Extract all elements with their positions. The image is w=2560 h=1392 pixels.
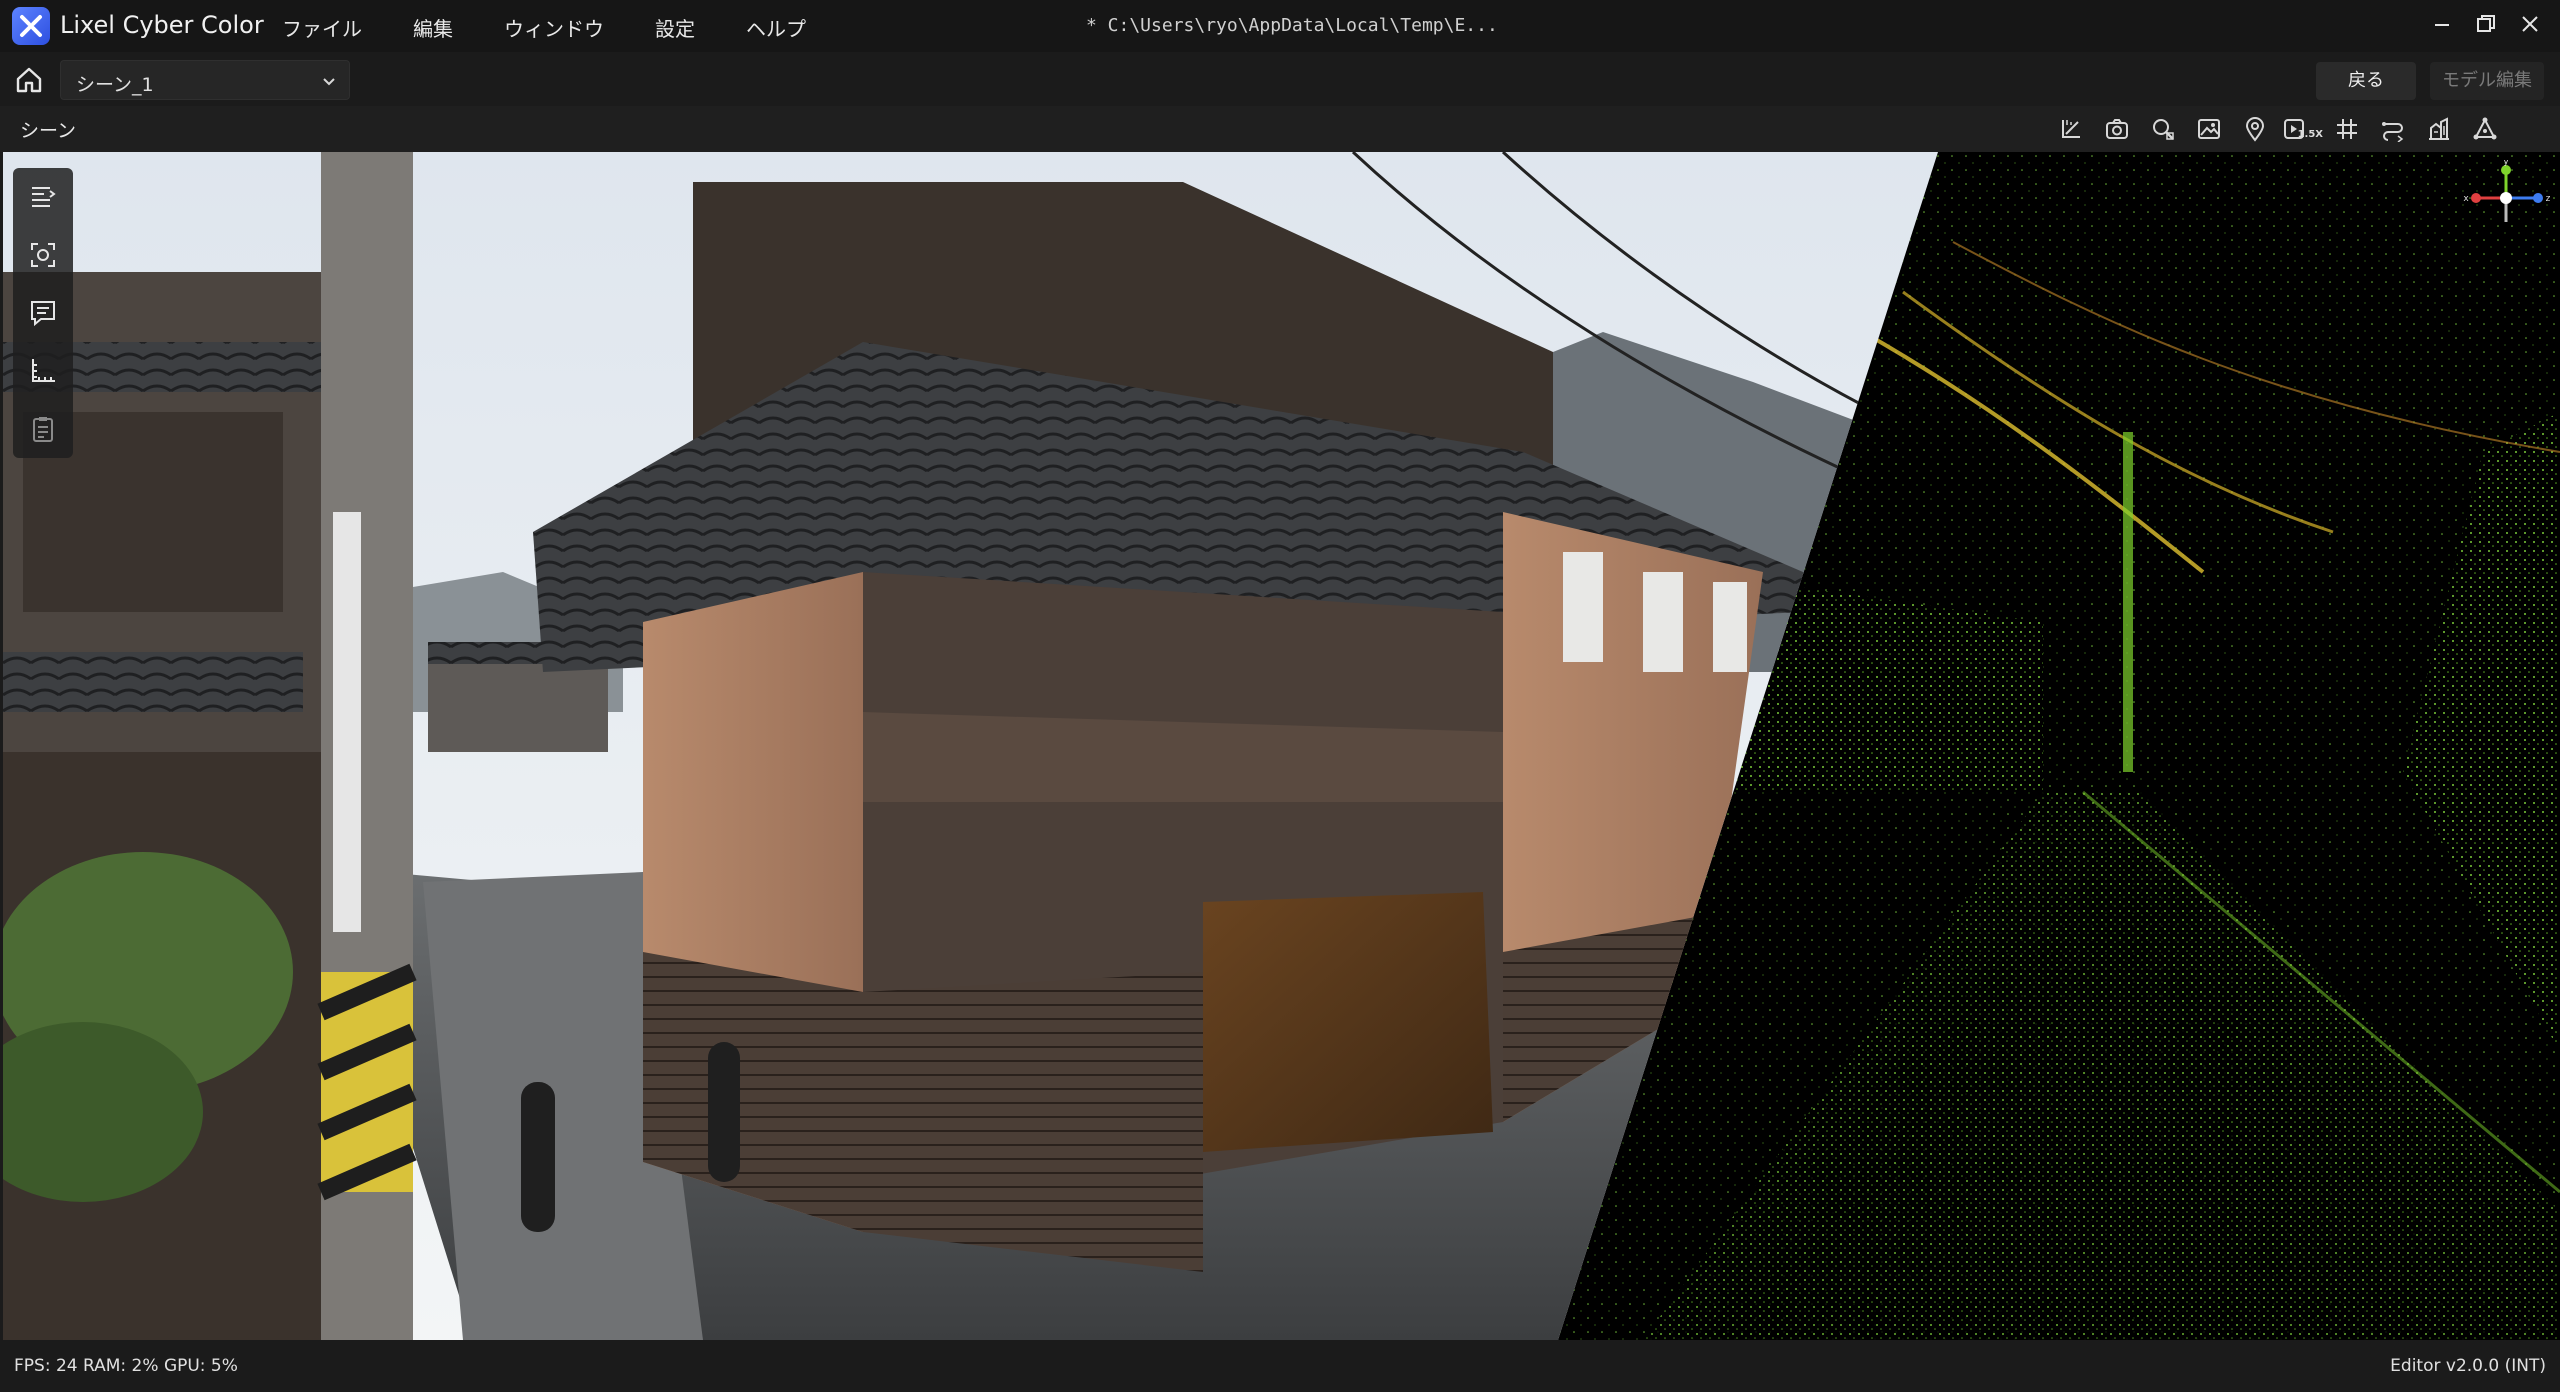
location-tool[interactable] [2232, 112, 2278, 146]
status-bar: FPS: 24 RAM: 2% GPU: 5% Editor v2.0.0 (I… [0, 1340, 2560, 1392]
3d-viewport[interactable]: y x z [3, 152, 2560, 1340]
ruler-icon [32, 359, 55, 382]
layers-button[interactable] [13, 168, 73, 226]
restore-button[interactable] [2468, 6, 2504, 42]
path-icon [2382, 122, 2404, 142]
measure-tool[interactable] [2048, 112, 2094, 146]
screen-capture-button[interactable] [13, 226, 73, 284]
close-button[interactable] [2512, 6, 2548, 42]
fps-readout: FPS: 24 [14, 1356, 78, 1376]
home-button[interactable] [14, 65, 44, 95]
home-icon [16, 67, 42, 93]
close-icon [2522, 16, 2538, 32]
clipboard-icon [33, 417, 53, 442]
menu-window[interactable]: ウィンドウ [504, 13, 604, 42]
axis-y-label: y [2503, 160, 2509, 167]
model-edit-button[interactable]: モデル編集 [2430, 62, 2544, 100]
clipboard-button[interactable] [13, 400, 73, 458]
path-tool[interactable] [2370, 112, 2416, 146]
gpu-readout: GPU: 5% [163, 1356, 238, 1376]
app-title: Lixel Cyber Color [60, 11, 264, 39]
panel-title: シーン [20, 120, 77, 142]
app-logo-icon [12, 7, 50, 45]
scene-select-value: シーン_1 [76, 74, 154, 96]
viewport-toolbar: 1.5X [2048, 112, 2508, 146]
minimize-button[interactable] [2424, 6, 2460, 42]
scene-panel-header: シーン 1.5X [0, 106, 2560, 152]
location-pin-icon [2245, 117, 2265, 142]
menu-settings[interactable]: 設定 [655, 13, 695, 42]
screen-capture-icon [31, 243, 55, 267]
layers-menu-icon [32, 187, 56, 207]
window-file-path: * C:\Users\ryo\AppData\Local\Temp\E... [1086, 15, 1498, 36]
axis-z-label: z [2546, 194, 2551, 204]
scene-render [3, 152, 2560, 1340]
triangle-nodes-icon [2473, 117, 2497, 140]
restore-icon [2477, 15, 2495, 32]
menu-edit[interactable]: 編集 [413, 13, 453, 42]
ram-readout: RAM: 2% [83, 1356, 159, 1376]
minimize-icon [2435, 24, 2449, 26]
speed-label: 1.5X [2297, 129, 2323, 140]
camera-icon [2106, 119, 2128, 139]
axis-gizmo[interactable]: y x z [2458, 160, 2554, 236]
camera-tool[interactable] [2094, 112, 2140, 146]
grid-tool[interactable] [2324, 112, 2370, 146]
scene-select[interactable]: シーン_1 [60, 60, 350, 100]
speed-tool[interactable]: 1.5X [2278, 112, 2324, 146]
chevron-down-icon [323, 78, 335, 86]
comment-button[interactable] [13, 284, 73, 342]
menu-file[interactable]: ファイル [282, 13, 362, 42]
comment-icon [31, 301, 55, 327]
axis-x-label: x [2463, 194, 2469, 204]
ruler-button[interactable] [13, 342, 73, 400]
buildings-icon [2429, 117, 2449, 140]
performance-stats: FPS: 24 RAM: 2% GPU: 5% [14, 1356, 238, 1376]
image-icon [2198, 119, 2220, 139]
menu-bar: ファイル 編集 ウィンドウ 設定 ヘルプ [282, 13, 857, 42]
side-toolbar [13, 168, 73, 458]
title-bar: Lixel Cyber Color ファイル 編集 ウィンドウ 設定 ヘルプ *… [0, 0, 2560, 52]
search-shapes-tool[interactable] [2140, 112, 2186, 146]
image-tool[interactable] [2186, 112, 2232, 146]
measure-icon [2062, 120, 2080, 138]
search-shapes-icon [2153, 119, 2174, 140]
triangle-nodes-tool[interactable] [2462, 112, 2508, 146]
back-button[interactable]: 戻る [2316, 62, 2416, 100]
grid-icon [2337, 119, 2357, 139]
scene-bar: シーン_1 戻る モデル編集 [0, 52, 2560, 106]
menu-help[interactable]: ヘルプ [746, 13, 806, 42]
editor-version: Editor v2.0.0 (INT) [2390, 1356, 2546, 1376]
buildings-tool[interactable] [2416, 112, 2462, 146]
